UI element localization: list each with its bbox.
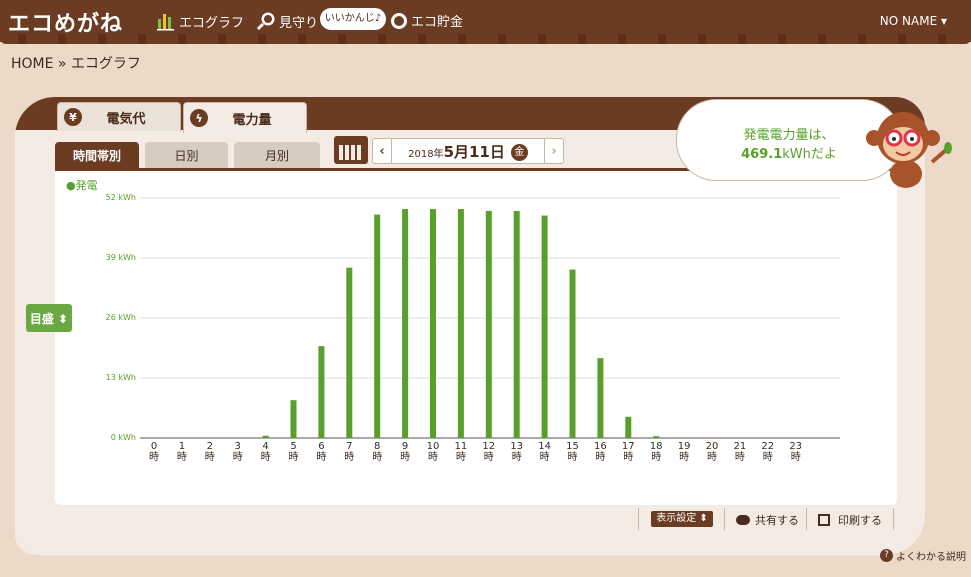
x-tick-label: 20 時 bbox=[705, 441, 719, 463]
x-tick-label: 12 時 bbox=[482, 441, 496, 463]
speech-value: 469.1 bbox=[741, 147, 783, 162]
bar-hour-16[interactable] bbox=[597, 358, 604, 438]
speech-unit: kWhだよ bbox=[782, 147, 837, 162]
x-tick-label: 4時 bbox=[260, 441, 271, 463]
x-tick-label: 10 時 bbox=[426, 441, 440, 463]
share-label: 共有する bbox=[755, 514, 799, 527]
bar-hour-10[interactable] bbox=[430, 209, 436, 438]
bar-hour-18[interactable] bbox=[653, 436, 660, 438]
x-tick-label: 18 時 bbox=[649, 441, 663, 463]
bar-hour-14[interactable] bbox=[541, 215, 548, 438]
x-tick-label: 13 時 bbox=[510, 441, 524, 463]
print-button[interactable]: 印刷する bbox=[818, 510, 882, 530]
bar-hour-9[interactable] bbox=[402, 209, 409, 438]
x-tick-label: 6時 bbox=[316, 441, 327, 463]
bar-hour-17[interactable] bbox=[625, 416, 632, 438]
x-tick-label: 14 時 bbox=[538, 441, 551, 463]
x-tick-label: 3時 bbox=[232, 441, 243, 463]
speech-bubble-icon bbox=[736, 515, 750, 525]
x-tick-label: 0時 bbox=[149, 441, 159, 463]
x-tick-label: 17 時 bbox=[621, 441, 635, 463]
question-icon: ? bbox=[880, 549, 893, 562]
bar-hour-5[interactable] bbox=[290, 400, 297, 438]
x-tick-label: 7時 bbox=[344, 441, 355, 463]
display-settings-button[interactable]: 表示設定 ⬍ bbox=[651, 511, 713, 527]
x-tick-label: 5時 bbox=[288, 441, 299, 463]
x-tick-label: 11 時 bbox=[454, 441, 468, 463]
bar-hour-13[interactable] bbox=[513, 210, 520, 438]
x-tick-label: 15 時 bbox=[566, 441, 579, 463]
bar-hour-6[interactable] bbox=[318, 346, 325, 438]
x-tick-label: 8時 bbox=[372, 441, 383, 463]
share-button[interactable]: 共有する bbox=[736, 510, 799, 530]
x-tick-label: 1時 bbox=[176, 441, 187, 463]
bar-hour-8[interactable] bbox=[374, 214, 381, 438]
x-tick-label: 9時 bbox=[400, 441, 411, 463]
monkey-mascot-icon bbox=[866, 112, 952, 188]
x-tick-label: 19 時 bbox=[677, 441, 691, 463]
x-tick-label: 21 時 bbox=[733, 441, 747, 463]
x-tick-label: 16 時 bbox=[594, 441, 607, 463]
print-label: 印刷する bbox=[838, 514, 882, 527]
help-label: よくわかる説明 bbox=[896, 552, 966, 563]
x-tick-label: 2時 bbox=[204, 441, 215, 463]
bar-hour-12[interactable] bbox=[485, 210, 492, 438]
bar-hour-11[interactable] bbox=[457, 209, 464, 438]
x-tick-label: 22 時 bbox=[761, 441, 775, 463]
x-tick-label: 23 時 bbox=[789, 441, 803, 463]
bar-hour-15[interactable] bbox=[569, 269, 576, 438]
scale-button[interactable]: 目盛 ⬍ bbox=[26, 304, 72, 332]
bar-hour-4[interactable] bbox=[262, 435, 269, 438]
bar-hour-7[interactable] bbox=[346, 267, 353, 438]
generation-bar-chart bbox=[140, 197, 840, 439]
help-link[interactable]: ? よくわかる説明 bbox=[880, 548, 966, 563]
printer-icon bbox=[818, 514, 830, 526]
